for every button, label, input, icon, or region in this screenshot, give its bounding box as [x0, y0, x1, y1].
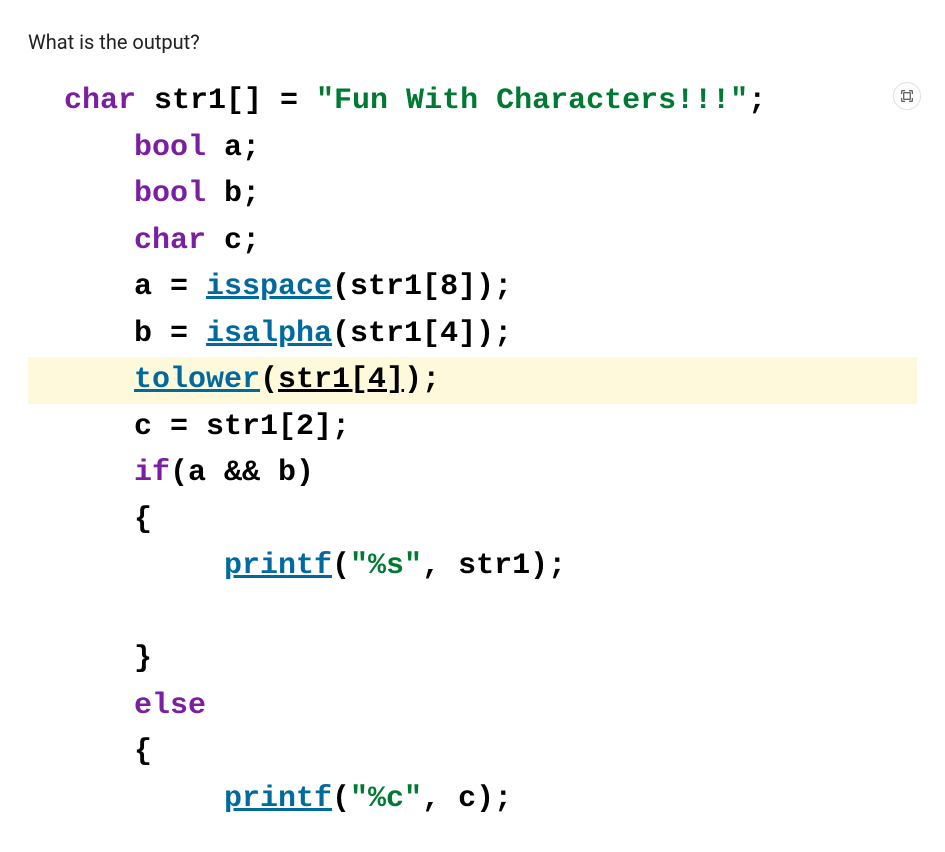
code-ident: str1[4] — [278, 363, 404, 397]
function-tolower: tolower — [134, 363, 260, 397]
code-text: , c); — [422, 782, 512, 816]
code-text: ; — [748, 84, 766, 118]
code-line-5: a = isspace(str1[8]); — [64, 264, 917, 311]
code-text: { — [134, 735, 152, 769]
code-text: a = — [134, 270, 206, 304]
code-line-13: else — [64, 683, 917, 730]
keyword-bool: bool — [134, 177, 206, 211]
code-text: c; — [206, 224, 260, 258]
code-text: ( — [260, 363, 278, 397]
snip-icon[interactable] — [893, 82, 921, 110]
code-text: , str1); — [422, 549, 566, 583]
code-text: a; — [206, 131, 260, 165]
function-isspace: isspace — [206, 270, 332, 304]
code-text: ( — [332, 782, 350, 816]
code-line-3: bool b; — [64, 171, 917, 218]
function-printf: printf — [224, 782, 332, 816]
code-text: b; — [206, 177, 260, 211]
code-line-10: { — [64, 497, 917, 544]
code-line-blank — [64, 590, 917, 637]
code-text: (str1[4]); — [332, 317, 512, 351]
code-text: c = str1[2]; — [134, 410, 350, 444]
code-text: (a && b) — [170, 456, 314, 490]
code-line-9: if(a && b) — [64, 450, 917, 497]
code-line-6: b = isalpha(str1[4]); — [64, 311, 917, 358]
code-text: str1[] = — [136, 84, 316, 118]
code-line-11: printf("%s", str1); — [64, 543, 917, 590]
question-text: What is the output? — [28, 30, 917, 54]
code-text: b = — [134, 317, 206, 351]
keyword-else: else — [134, 689, 206, 723]
code-line-1: char str1[] = "Fun With Characters!!!"; — [64, 78, 917, 125]
code-line-12: } — [64, 636, 917, 683]
code-line-8: c = str1[2]; — [64, 404, 917, 451]
code-text: ); — [404, 363, 440, 397]
code-line-14: { — [64, 729, 917, 776]
string-literal: "%c" — [350, 782, 422, 816]
keyword-bool: bool — [134, 131, 206, 165]
code-line-7-highlighted: tolower(str1[4]); — [28, 357, 917, 404]
code-line-15: printf("%c", c); — [64, 776, 917, 823]
string-literal: "Fun With Characters!!!" — [316, 84, 748, 118]
code-text: } — [134, 642, 152, 676]
function-isalpha: isalpha — [206, 317, 332, 351]
code-line-2: bool a; — [64, 125, 917, 172]
code-line-4: char c; — [64, 218, 917, 265]
code-text: { — [134, 503, 152, 537]
code-text: ( — [332, 549, 350, 583]
keyword-char: char — [134, 224, 206, 258]
string-literal: "%s" — [350, 549, 422, 583]
code-text: (str1[8]); — [332, 270, 512, 304]
code-block: char str1[] = "Fun With Characters!!!"; … — [28, 78, 917, 822]
keyword-char: char — [64, 84, 136, 118]
function-printf: printf — [224, 549, 332, 583]
keyword-if: if — [134, 456, 170, 490]
